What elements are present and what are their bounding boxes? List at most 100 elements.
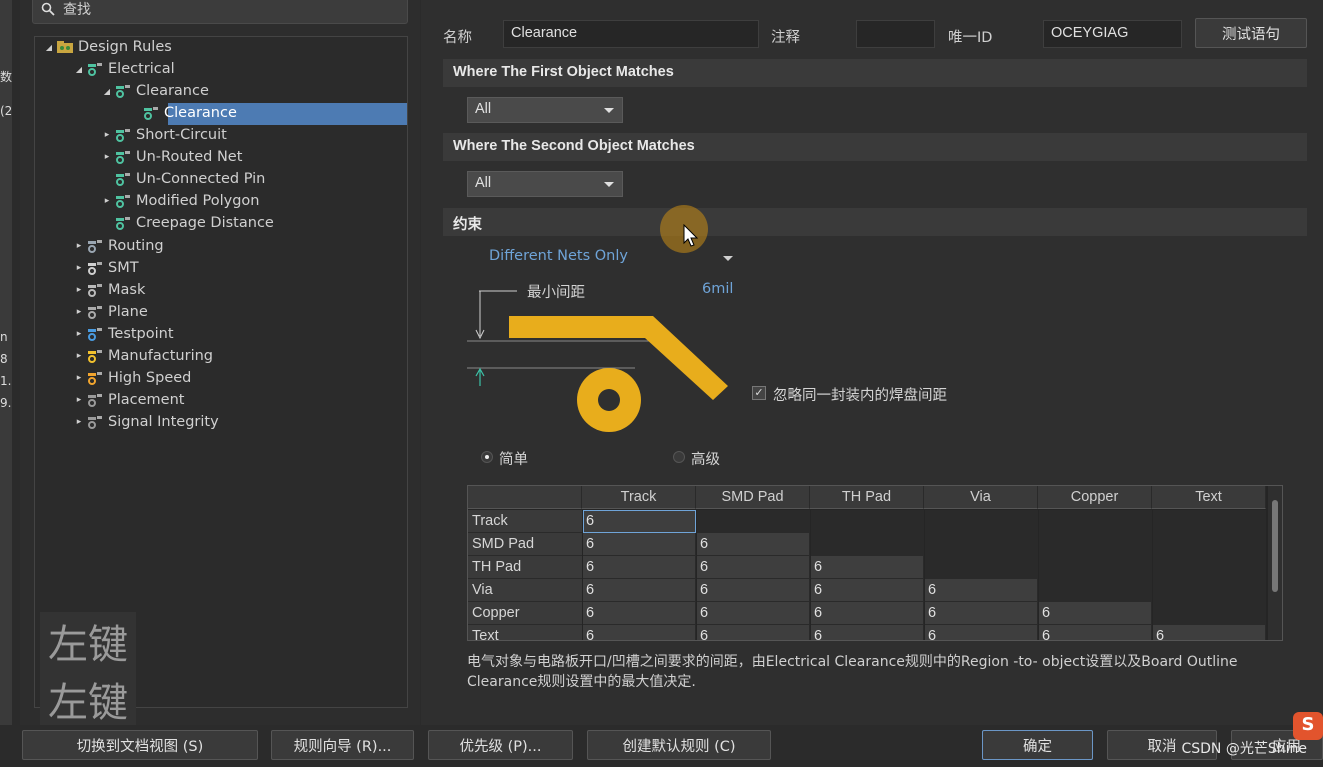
matrix-cell[interactable]: 6: [811, 556, 924, 579]
tree-item[interactable]: ▸ Modified Polygon: [100, 190, 260, 212]
scroll-thumb[interactable]: [1272, 500, 1278, 592]
clearance-matrix[interactable]: Track SMD Pad TH Pad Via Copper Text Track 6 SMD…: [467, 485, 1283, 641]
tree-root-design-rules[interactable]: ◢ Design Rules: [42, 36, 172, 58]
chevron-down-icon: [723, 256, 733, 261]
matrix-cell[interactable]: 6: [1153, 625, 1266, 640]
collapse-arrow-icon[interactable]: ◢: [100, 87, 114, 96]
matrix-cell[interactable]: 6: [1039, 602, 1152, 625]
comment-field[interactable]: [856, 20, 935, 48]
electrical-rule-icon: [86, 61, 104, 77]
tree-item[interactable]: ▸ Plane: [72, 301, 148, 323]
tree-item[interactable]: ◢ Electrical: [72, 58, 175, 80]
clearance-rule-icon: [142, 105, 160, 121]
tree-item[interactable]: Un-Connected Pin: [100, 168, 265, 190]
matrix-cell[interactable]: 6: [1039, 625, 1152, 640]
matrix-cell[interactable]: 6: [583, 579, 696, 602]
expand-arrow-icon[interactable]: ▸: [72, 417, 86, 427]
tree-item[interactable]: ▸ Manufacturing: [72, 345, 213, 367]
tree-root-label: Design Rules: [78, 39, 172, 55]
tree-item[interactable]: Creepage Distance: [100, 212, 274, 234]
matrix-cell[interactable]: 6: [925, 625, 1038, 640]
first-match-value: All: [475, 101, 492, 117]
min-clearance-value[interactable]: 6mil: [702, 281, 733, 297]
tree-item[interactable]: ▸ High Speed: [72, 367, 192, 389]
expand-arrow-icon[interactable]: ▸: [100, 196, 114, 206]
matrix-cell[interactable]: 6: [697, 602, 810, 625]
tree-item[interactable]: ▸ Routing: [72, 235, 164, 257]
rule-description: 电气对象与电路板开口/凹槽之间要求的间距，由Electrical Clearan…: [467, 654, 1238, 690]
collapse-arrow-icon[interactable]: ◢: [42, 43, 56, 52]
mask-rule-icon: [86, 282, 104, 298]
search-box[interactable]: [32, 0, 408, 24]
matrix-cell[interactable]: 6: [583, 556, 696, 579]
matrix-cell[interactable]: 6: [697, 556, 810, 579]
ignore-pad-checkbox[interactable]: ✓: [752, 386, 766, 400]
tree-item[interactable]: ▸ Testpoint: [72, 323, 174, 345]
net-scope-select[interactable]: Different Nets Only: [489, 248, 739, 270]
first-match-select[interactable]: All: [467, 97, 623, 123]
tree-item[interactable]: ▸ Un-Routed Net: [100, 146, 243, 168]
simple-radio-label: 简单: [499, 452, 528, 468]
expand-arrow-icon[interactable]: ▸: [72, 395, 86, 405]
csdn-logo-icon: S: [1293, 712, 1323, 740]
tree-item[interactable]: ▸ Short-Circuit: [100, 124, 227, 146]
matrix-cell[interactable]: 6: [697, 533, 810, 556]
expand-arrow-icon[interactable]: ▸: [72, 263, 86, 273]
csdn-watermark: CSDN @光芒Shine: [1181, 741, 1307, 757]
dimension-lines: [467, 290, 655, 386]
matrix-cell[interactable]: 6: [583, 602, 696, 625]
clearance-rule-icon: [114, 83, 132, 99]
tree-item[interactable]: ◢ Clearance: [100, 80, 209, 102]
tree-item[interactable]: ▸ Placement: [72, 389, 185, 411]
expand-arrow-icon[interactable]: ▸: [100, 152, 114, 162]
expand-arrow-icon[interactable]: ▸: [72, 285, 86, 295]
placement-rule-icon: [86, 392, 104, 408]
switch-document-view-button[interactable]: 切换到文档视图 (S): [22, 730, 258, 760]
manufacturing-rule-icon: [86, 348, 104, 364]
matrix-cell[interactable]: 6: [925, 602, 1038, 625]
chevron-down-icon: [604, 182, 614, 187]
design-rules-folder-icon: [56, 39, 74, 55]
rule-wizard-button[interactable]: 规则向导 (R)...: [271, 730, 414, 760]
matrix-cell[interactable]: 6: [583, 533, 696, 556]
tree-item[interactable]: ▸ Signal Integrity: [72, 411, 219, 433]
tree-item[interactable]: ▸ Mask: [72, 279, 146, 301]
matrix-cell[interactable]: 6: [583, 510, 696, 533]
priority-button[interactable]: 优先级 (P)...: [428, 730, 573, 760]
pad-hole: [598, 389, 620, 411]
advanced-radio[interactable]: [673, 451, 685, 463]
matrix-cell[interactable]: 6: [583, 625, 696, 640]
background-app-glyph: 8: [0, 352, 8, 366]
matrix-cell[interactable]: 6: [697, 625, 810, 640]
matrix-cell[interactable]: 6: [697, 579, 810, 602]
name-field[interactable]: Clearance: [503, 20, 759, 48]
routing-rule-icon: [86, 238, 104, 254]
create-default-rule-button[interactable]: 创建默认规则 (C): [587, 730, 771, 760]
expand-arrow-icon[interactable]: ▸: [100, 130, 114, 140]
matrix-cell[interactable]: 6: [811, 625, 924, 640]
second-match-select[interactable]: All: [467, 171, 623, 197]
matrix-scrollbar[interactable]: [1268, 486, 1282, 640]
uid-field[interactable]: OCEYGIAG: [1043, 20, 1182, 48]
expand-arrow-icon[interactable]: ▸: [72, 351, 86, 361]
un-routed-net-rule-icon: [114, 149, 132, 165]
matrix-row-header: SMD Pad: [468, 533, 582, 556]
tree-item[interactable]: Clearance: [128, 102, 237, 124]
ok-button[interactable]: 确定: [982, 730, 1093, 760]
simple-radio[interactable]: [481, 451, 493, 463]
test-query-button[interactable]: 测试语句: [1195, 18, 1307, 48]
search-input[interactable]: [63, 0, 393, 20]
matrix-cell[interactable]: 6: [811, 602, 924, 625]
expand-arrow-icon[interactable]: ▸: [72, 241, 86, 251]
expand-arrow-icon[interactable]: ▸: [72, 307, 86, 317]
collapse-arrow-icon[interactable]: ◢: [72, 65, 86, 74]
clearance-diagram: [467, 290, 728, 432]
matrix-cell[interactable]: 6: [811, 579, 924, 602]
expand-arrow-icon[interactable]: ▸: [72, 329, 86, 339]
tree-item[interactable]: ▸ SMT: [72, 257, 139, 279]
matrix-cell[interactable]: 6: [925, 579, 1038, 602]
background-app-glyph: 1.: [0, 374, 12, 388]
background-app-glyph: 9.: [0, 396, 12, 410]
expand-arrow-icon[interactable]: ▸: [72, 373, 86, 383]
tree-item-label: Modified Polygon: [136, 193, 260, 209]
